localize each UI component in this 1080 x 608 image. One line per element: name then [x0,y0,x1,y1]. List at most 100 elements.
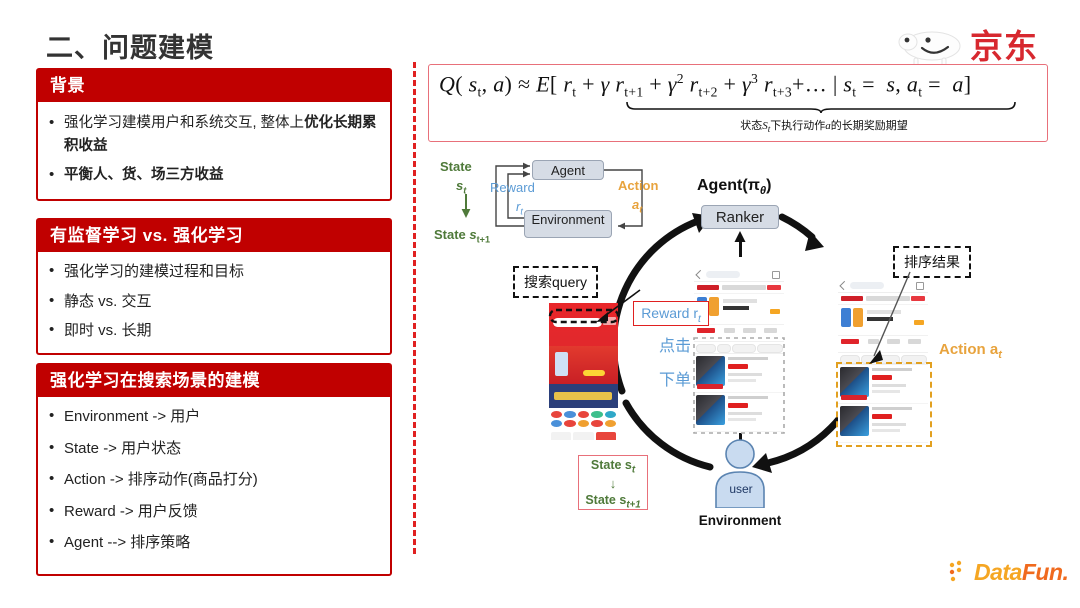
product-title [872,407,912,410]
reward-callout: Reward rt [633,301,709,326]
formula-caption: 状态St下执行动作a的长期奖励期望 [740,120,908,135]
list-item: Reward -> 用户反馈 [46,500,380,524]
phone-product-cards [549,430,618,440]
q-value-formula-box: Q( st, a) ≈ E[ rt + γ rt+1 + γ2 rt+2 + γ… [428,64,1048,142]
mdp-state-next-label: State st+1 [434,227,491,245]
mdp-state-t-label: st [456,178,467,196]
category-icon [591,420,603,427]
card-modeling-heading: 强化学习在搜索场景的建模 [38,365,390,398]
datafun-data: Data [974,559,1022,585]
list-item: Action -> 排序动作(商品打分) [46,468,380,492]
state-now-label: State st [590,458,636,476]
list-item-text: Action -> 排序动作(商品打分) [64,471,258,489]
srp-filter [764,328,777,333]
srp-promo-text [723,299,757,303]
card-modeling-body: Environment -> 用户 State -> 用户状态 Action -… [38,397,390,574]
reward-click-label: 点击 [659,338,692,355]
user-avatar-icon [715,439,765,508]
state-now-text: State s [590,458,632,472]
card-rl-search-modeling: 强化学习在搜索场景的建模 Environment -> 用户 State -> … [36,363,392,576]
srp-shop-tag [767,285,781,290]
product-meta [872,429,900,432]
list-item: Environment -> 用户 [46,405,380,429]
srp-filter [724,328,735,333]
product-meta [872,390,900,393]
list-item-text: Agent --> 排序策略 [64,534,191,552]
reward-callout-text: Reward r [641,305,698,321]
list-item-bold: 平衡人、货、场三方收益 [64,167,224,184]
back-icon [695,269,705,280]
mdp-agent-box: Agent [532,160,604,180]
phone-category-grid [549,408,618,430]
list-item: Agent --> 排序策略 [46,531,380,555]
srp-shop-row [694,282,784,294]
list-item: 即时 vs. 长期 [46,319,380,343]
user-label: user [729,482,753,496]
category-icon [604,411,616,418]
srp-product-item [838,404,928,443]
srp-promo-badge [770,309,780,314]
state-next-text: State s [585,492,627,507]
phone-banner-button [583,370,605,376]
card-background: 背景 强化学习建模用户和系统交互, 整体上优化长期累积收益 平衡人、货、场三方收… [36,68,392,201]
agent-policy-sub: θ [759,185,767,198]
srp-query-pill [706,271,740,278]
vertical-dashed-divider [413,62,416,554]
list-item: 强化学习的建模过程和目标 [46,260,380,284]
jd-logo-text: 京东 [970,28,1038,65]
page-title: 二、问题建模 [46,33,214,63]
list-item-text: 静态 vs. 交互 [64,292,152,310]
brand-logo-icon [697,285,719,290]
product-meta [872,423,906,426]
phone-promo-bar [554,392,612,400]
datafun-logo: DataFun. [948,559,1070,590]
list-item: 平衡人、货、场三方收益 [46,163,378,187]
list-item-text: 强化学习的建模过程和目标 [64,263,245,281]
category-icon [564,411,576,418]
ranker-feed-arrow-icon [734,231,746,242]
product-price [872,414,892,419]
category-icon [591,411,603,418]
phone-banner-product [555,352,568,376]
list-item: 静态 vs. 交互 [46,290,380,314]
product-meta [872,384,906,387]
state-next-label: State st+1 [585,492,641,511]
card-background-body: 强化学习建模用户和系统交互, 整体上优化长期累积收益 平衡人、货、场三方收益 [38,102,390,198]
search-query-callout: 搜索query [513,266,599,298]
list-item-text: Reward -> 用户反馈 [64,502,198,520]
agent-policy-label: Agent(πθ) [697,177,772,198]
category-icon [551,420,563,427]
list-item-text: 即时 vs. 长期 [64,322,152,340]
environment-label: Environment [698,513,782,528]
agent-policy-text: Agent(π [697,177,760,194]
state-transition-callout: State st ↓ State st+1 [578,455,648,510]
mdp-environment-box: Environment [524,210,612,238]
list-item-text: State -> 用户状态 [64,439,182,457]
card-compare-heading: 有监督学习 vs. 强化学习 [38,220,390,253]
result-list-outline-icon [693,337,785,434]
srp-product-item [838,365,928,404]
datafun-fun: Fun. [1021,559,1069,585]
srp-chip [840,355,860,364]
category-icon [564,420,576,427]
reward-order-label: 下单 [659,372,692,389]
srp-search-bar [694,268,784,282]
mdp-reward-label: Reward [490,180,535,195]
state-arrow-icon: ↓ [609,475,617,491]
srp-promo-img [709,297,719,316]
category-icon [551,411,563,418]
list-item-text: 强化学习建模用户和系统交互, 整体上 [64,115,305,132]
action-callout: Action at [939,341,1002,361]
mdp-state-label: State [440,159,472,174]
rank-result-leader-icon [869,271,911,364]
datafun-dots-icon [949,560,962,582]
srp-filter [743,328,756,333]
phone-product-card [595,432,616,440]
srp-filter [841,339,859,344]
category-icon [577,420,590,427]
phone-banner [549,346,618,384]
back-icon [839,280,849,291]
srp-promo-text [723,306,749,310]
list-item: State -> 用户状态 [46,437,380,461]
product-image [840,367,869,397]
